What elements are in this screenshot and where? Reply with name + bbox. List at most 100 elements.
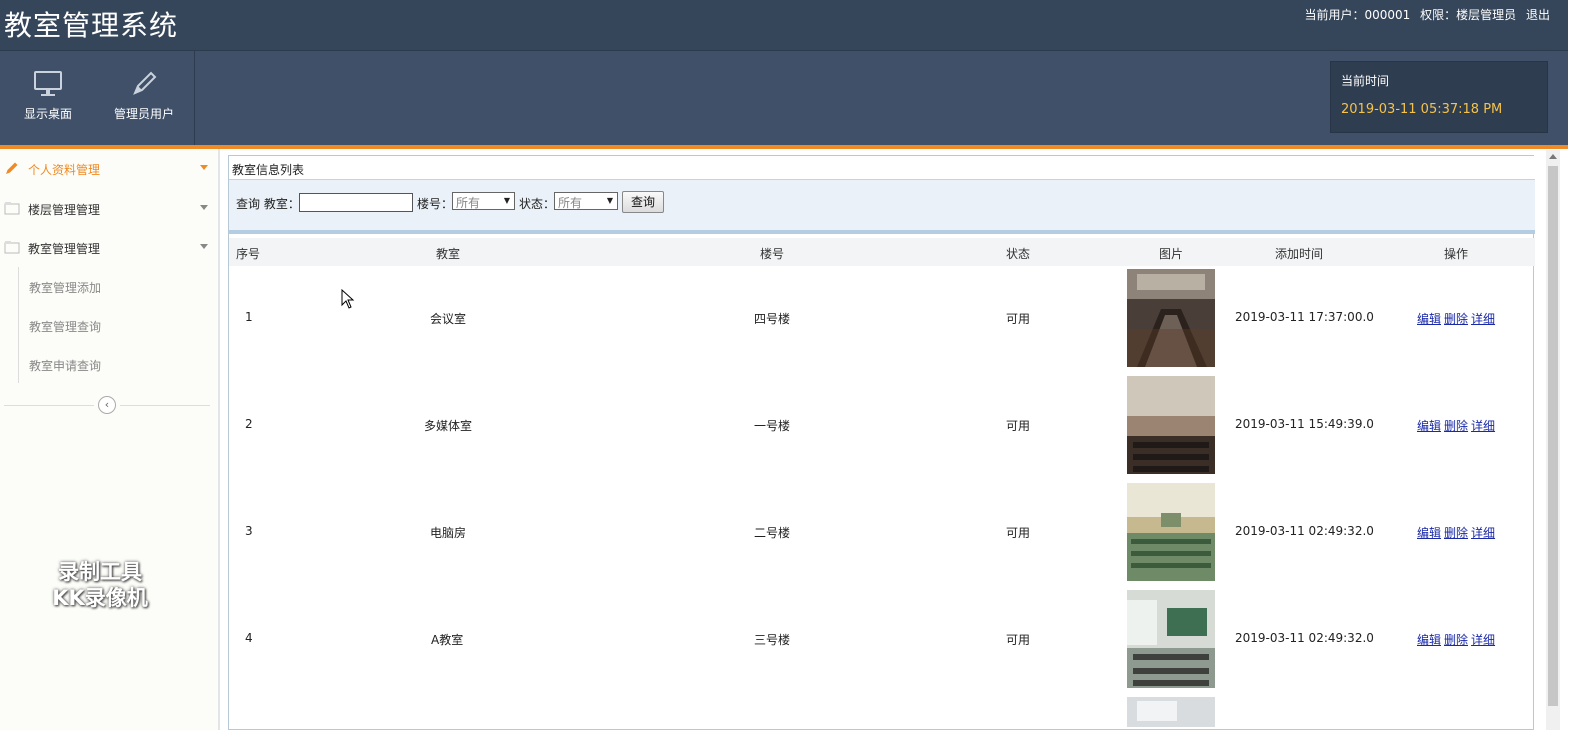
query-prefix-label: 查询 教室： (236, 197, 300, 211)
cell-no: 1 (245, 310, 253, 324)
delete-link[interactable]: 删除 (1444, 526, 1468, 540)
user-info: 当前用户：000001 权限：楼层管理员 退出 (1299, 6, 1551, 23)
delete-link[interactable]: 删除 (1444, 312, 1468, 326)
chevron-down-icon (200, 165, 208, 170)
vertical-scrollbar[interactable] (1546, 150, 1560, 730)
table-header: 序号 教室 楼号 状态 图片 添加时间 操作 (229, 238, 1535, 266)
toolbar-divider (194, 51, 195, 146)
cell-building: 四号楼 (754, 312, 791, 326)
cell-no: 2 (245, 417, 253, 431)
detail-link[interactable]: 详细 (1471, 526, 1495, 540)
watermark-line-1: 录制工具 (58, 560, 142, 584)
sidebar: 个人资料管理 楼层管理管理 教室管理管理 教室管理添加 教室管理查询 教室申请查… (0, 149, 220, 730)
detail-link[interactable]: 详细 (1471, 633, 1495, 647)
row-actions: 编辑 删除 详细 (1417, 310, 1498, 327)
row-actions: 编辑 删除 详细 (1417, 631, 1498, 648)
clock-value: 2019-03-11 05:37:18 PM (1341, 102, 1503, 117)
sidebar-item-classroom[interactable]: 教室管理管理 (0, 228, 218, 266)
cell-no: 3 (245, 524, 253, 538)
query-button[interactable]: 查询 (622, 191, 664, 213)
dropdown-arrow-icon: ▼ (503, 196, 510, 205)
role-label: 权限：楼层管理员 (1420, 8, 1517, 22)
folder-icon (4, 241, 20, 254)
submenu-item-query[interactable]: 教室管理查询 (29, 318, 101, 335)
sidebar-item-label: 教室管理管理 (28, 242, 101, 256)
cell-room: 多媒体室 (424, 419, 473, 433)
classroom-thumbnail[interactable] (1127, 483, 1215, 581)
cell-status: 可用 (1006, 526, 1031, 540)
header-time: 添加时间 (1275, 247, 1324, 261)
sidebar-item-label: 个人资料管理 (28, 163, 101, 177)
cell-building: 三号楼 (754, 633, 791, 647)
pencil-icon (133, 71, 157, 95)
folder-icon (4, 202, 20, 215)
header-ops: 操作 (1444, 247, 1469, 261)
query-bar: 查询 教室： 楼号： 所有 ▼ 状态： 所有 ▼ 查询 (229, 180, 1535, 234)
delete-link[interactable]: 删除 (1444, 633, 1468, 647)
mouse-cursor-icon (341, 289, 355, 309)
admin-user-label: 管理员用户 (113, 107, 174, 121)
recorder-watermark: 录制工具 KK录像机 (30, 559, 170, 611)
edit-link[interactable]: 编辑 (1417, 526, 1441, 540)
cell-time: 2019-03-11 02:49:32.0 (1235, 524, 1374, 538)
panel-title: 教室信息列表 (229, 156, 1535, 180)
cell-building: 一号楼 (754, 419, 791, 433)
cell-status: 可用 (1006, 419, 1031, 433)
cell-time: 2019-03-11 17:37:00.0 (1235, 310, 1374, 324)
collapse-divider-right (120, 405, 210, 406)
building-select[interactable]: 所有 ▼ (452, 192, 515, 210)
cell-no: 4 (245, 631, 253, 645)
table-row: 3 电脑房 二号楼 可用 2019-03-11 02:49:32.0 编辑 删除详… (229, 480, 1535, 587)
classroom-thumbnail[interactable] (1127, 697, 1215, 727)
edit-icon (6, 162, 18, 174)
classroom-search-input[interactable] (299, 193, 413, 212)
monitor-icon (34, 71, 62, 96)
status-label: 状态： (519, 197, 556, 211)
admin-user-button[interactable]: 管理员用户 (96, 51, 192, 146)
top-header: 教室管理系统 当前用户：000001 权限：楼层管理员 退出 (0, 0, 1568, 50)
sidebar-item-floor[interactable]: 楼层管理管理 (0, 189, 218, 227)
show-desktop-button[interactable]: 显示桌面 (0, 51, 96, 146)
edit-link[interactable]: 编辑 (1417, 633, 1441, 647)
toolbar: 显示桌面 管理员用户 当前时间 2019-03-11 05:37:18 PM (0, 50, 1568, 146)
classroom-thumbnail[interactable] (1127, 376, 1215, 474)
chevron-down-icon (200, 205, 208, 210)
sidebar-item-label: 楼层管理管理 (28, 203, 101, 217)
submenu-item-add[interactable]: 教室管理添加 (29, 279, 101, 296)
header-room: 教室 (436, 247, 461, 261)
detail-link[interactable]: 详细 (1471, 419, 1495, 433)
chevron-down-icon (200, 244, 208, 249)
scrollbar-thumb[interactable] (1548, 166, 1558, 706)
table-row: 1 会议室 四号楼 可用 2019-03-11 17:37:00.0 编辑 删除详… (229, 266, 1535, 373)
clock-box: 当前时间 2019-03-11 05:37:18 PM (1330, 61, 1548, 133)
classroom-thumbnail[interactable] (1127, 590, 1215, 688)
classroom-thumbnail[interactable] (1127, 269, 1215, 367)
edit-link[interactable]: 编辑 (1417, 419, 1441, 433)
clock-label: 当前时间 (1341, 74, 1390, 88)
status-select[interactable]: 所有 ▼ (554, 192, 618, 210)
scroll-up-arrow-icon[interactable] (1549, 154, 1557, 159)
detail-link[interactable]: 详细 (1471, 312, 1495, 326)
header-image: 图片 (1159, 247, 1184, 261)
classroom-submenu: 教室管理添加 教室管理查询 教室申请查询 (18, 267, 218, 383)
building-select-value: 所有 (456, 196, 481, 210)
edit-link[interactable]: 编辑 (1417, 312, 1441, 326)
delete-link[interactable]: 删除 (1444, 419, 1468, 433)
cell-status: 可用 (1006, 633, 1031, 647)
status-select-value: 所有 (558, 196, 583, 210)
table-row (229, 694, 1535, 727)
sidebar-item-profile[interactable]: 个人资料管理 (0, 149, 218, 187)
cell-room: 会议室 (430, 312, 467, 326)
header-no: 序号 (236, 247, 261, 261)
table-row: 2 多媒体室 一号楼 可用 2019-03-11 15:49:39.0 编辑 删除… (229, 373, 1535, 480)
main-panel: 教室信息列表 查询 教室： 楼号： 所有 ▼ 状态： 所有 ▼ 查询 序号 教室… (228, 155, 1535, 730)
cell-building: 二号楼 (754, 526, 791, 540)
logout-link[interactable]: 退出 (1526, 8, 1550, 22)
collapse-divider-left (4, 405, 94, 406)
current-user-label: 当前用户：000001 (1304, 8, 1411, 22)
cell-time: 2019-03-11 15:49:39.0 (1235, 417, 1374, 431)
row-actions: 编辑 删除 详细 (1417, 417, 1498, 434)
submenu-item-apply-query[interactable]: 教室申请查询 (29, 357, 101, 374)
collapse-sidebar-button[interactable]: ‹ (98, 396, 116, 414)
app-title: 教室管理系统 (4, 9, 179, 42)
